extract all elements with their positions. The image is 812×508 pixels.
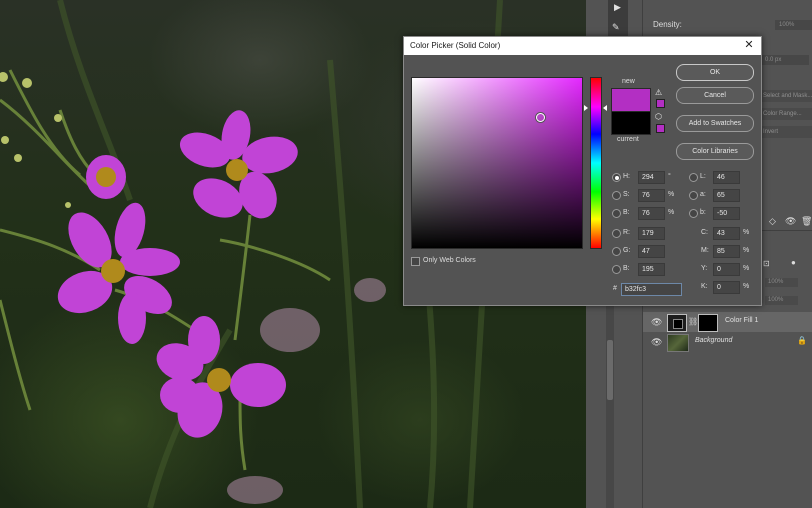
lock-icon: 🔒 — [797, 336, 807, 345]
web-safe-color-chip[interactable] — [656, 124, 665, 133]
black-label: K: — [701, 283, 708, 290]
a-channel-label: a: — [700, 191, 706, 198]
dialog-title: Color Picker (Solid Color) — [410, 41, 501, 50]
black-unit: % — [743, 283, 750, 290]
yellow-input[interactable]: 0 — [713, 263, 740, 276]
hue-input[interactable]: 294 — [638, 171, 665, 184]
green-radio[interactable] — [612, 247, 621, 256]
saturation-input[interactable]: 76 — [638, 189, 665, 202]
hue-label: H: — [623, 173, 630, 180]
hue-slider-right-arrow[interactable] — [603, 105, 607, 111]
color-range-button[interactable]: Color Range... — [759, 108, 812, 120]
green-label: G: — [623, 247, 631, 254]
hue-slider-left-arrow[interactable] — [584, 105, 588, 111]
brightness-label: B: — [623, 209, 630, 216]
blue-radio[interactable] — [612, 265, 621, 274]
hue-slider[interactable] — [590, 77, 602, 249]
saturation-radio[interactable] — [612, 191, 621, 200]
eye-icon[interactable]: 👁 — [785, 216, 796, 227]
add-to-swatches-button[interactable]: Add to Swatches — [676, 115, 754, 132]
cyan-input[interactable]: 43 — [713, 227, 740, 240]
saturation-unit: % — [668, 191, 675, 198]
eye-icon[interactable]: 👁 — [651, 337, 662, 347]
yellow-unit: % — [743, 265, 750, 272]
layer-name: Color Fill 1 — [725, 317, 759, 324]
invert-button[interactable]: Invert — [759, 126, 812, 138]
hue-unit: ° — [668, 173, 671, 180]
select-and-mask-button[interactable]: Select and Mask... — [759, 90, 812, 102]
color-field-cursor[interactable] — [536, 113, 545, 122]
lightness-label: L: — [700, 173, 706, 180]
brightness-input[interactable]: 76 — [638, 207, 665, 220]
blue-input[interactable]: 195 — [638, 263, 665, 276]
fill-layer-thumbnail[interactable] — [667, 314, 687, 332]
a-channel-input[interactable]: 65 — [713, 189, 740, 202]
magenta-label: M: — [701, 247, 709, 254]
current-label: current — [617, 136, 639, 143]
cyan-label: C: — [701, 229, 708, 236]
layer-mask-thumbnail[interactable] — [698, 314, 718, 332]
yellow-label: Y: — [701, 265, 708, 272]
a-channel-radio[interactable] — [689, 191, 698, 200]
layer-row-background[interactable]: 👁 Background 🔒 — [643, 332, 812, 352]
cancel-button[interactable]: Cancel — [676, 87, 754, 104]
play-icon[interactable]: ▶ — [614, 2, 621, 13]
visibility-toggle-icon[interactable]: ◇ — [769, 216, 776, 227]
density-label: Density: — [653, 20, 682, 29]
b-channel-radio[interactable] — [689, 209, 698, 218]
toggle-filter-icon[interactable]: ● — [791, 258, 796, 267]
current-color-swatch[interactable] — [611, 111, 651, 135]
link-icon[interactable]: ⛓ — [688, 317, 698, 326]
brightness-radio[interactable] — [612, 209, 621, 218]
eye-icon[interactable]: 👁 — [651, 317, 662, 327]
red-radio[interactable] — [612, 229, 621, 238]
red-input[interactable]: 179 — [638, 227, 665, 240]
layer-name: Background — [695, 337, 733, 344]
density-field[interactable]: 100% — [775, 20, 812, 30]
layer-row-color-fill[interactable]: 👁 ⛓ Color Fill 1 — [643, 312, 812, 332]
color-libraries-button[interactable]: Color Libraries — [676, 143, 754, 160]
b-channel-input[interactable]: -50 — [713, 207, 740, 220]
black-input[interactable]: 0 — [713, 281, 740, 294]
only-web-colors-label: Only Web Colors — [423, 257, 476, 264]
only-web-colors-checkbox[interactable] — [411, 257, 420, 266]
color-picker-dialog: Color Picker (Solid Color) ✕ new current… — [403, 36, 762, 306]
opacity-field[interactable]: 100% — [765, 278, 798, 287]
saturation-brightness-field[interactable] — [411, 77, 583, 249]
fill-field[interactable]: 100% — [765, 296, 798, 305]
cyan-unit: % — [743, 229, 750, 236]
not-web-safe-cube-icon[interactable]: ⬡ — [655, 112, 662, 121]
hex-input[interactable]: b32fc3 — [621, 283, 682, 296]
new-color-swatch — [611, 88, 651, 111]
background-thumbnail[interactable] — [667, 334, 689, 352]
magenta-unit: % — [743, 247, 750, 254]
scrollbar-thumb[interactable] — [607, 340, 613, 400]
dialog-titlebar[interactable]: Color Picker (Solid Color) ✕ — [404, 37, 761, 55]
saturation-label: S: — [623, 191, 630, 198]
magenta-input[interactable]: 85 — [713, 245, 740, 258]
lightness-radio[interactable] — [689, 173, 698, 182]
hue-radio[interactable] — [612, 173, 621, 182]
red-label: R: — [623, 229, 630, 236]
filter-icon[interactable]: ⊡ — [763, 259, 770, 268]
brush-settings-icon[interactable]: ✎ — [612, 22, 620, 33]
feather-field[interactable]: 0.0 px — [761, 55, 809, 65]
blue-label: B: — [623, 265, 630, 272]
new-label: new — [622, 78, 635, 85]
lightness-input[interactable]: 46 — [713, 171, 740, 184]
gamut-color-chip[interactable] — [656, 99, 665, 108]
trash-icon[interactable]: 🗑 — [801, 216, 812, 227]
hex-label: # — [613, 285, 617, 292]
out-of-gamut-warning-icon[interactable]: ⚠ — [655, 88, 662, 97]
b-channel-label: b: — [700, 209, 706, 216]
green-input[interactable]: 47 — [638, 245, 665, 258]
close-icon[interactable]: ✕ — [743, 39, 755, 51]
ok-button[interactable]: OK — [676, 64, 754, 81]
brightness-unit: % — [668, 209, 675, 216]
